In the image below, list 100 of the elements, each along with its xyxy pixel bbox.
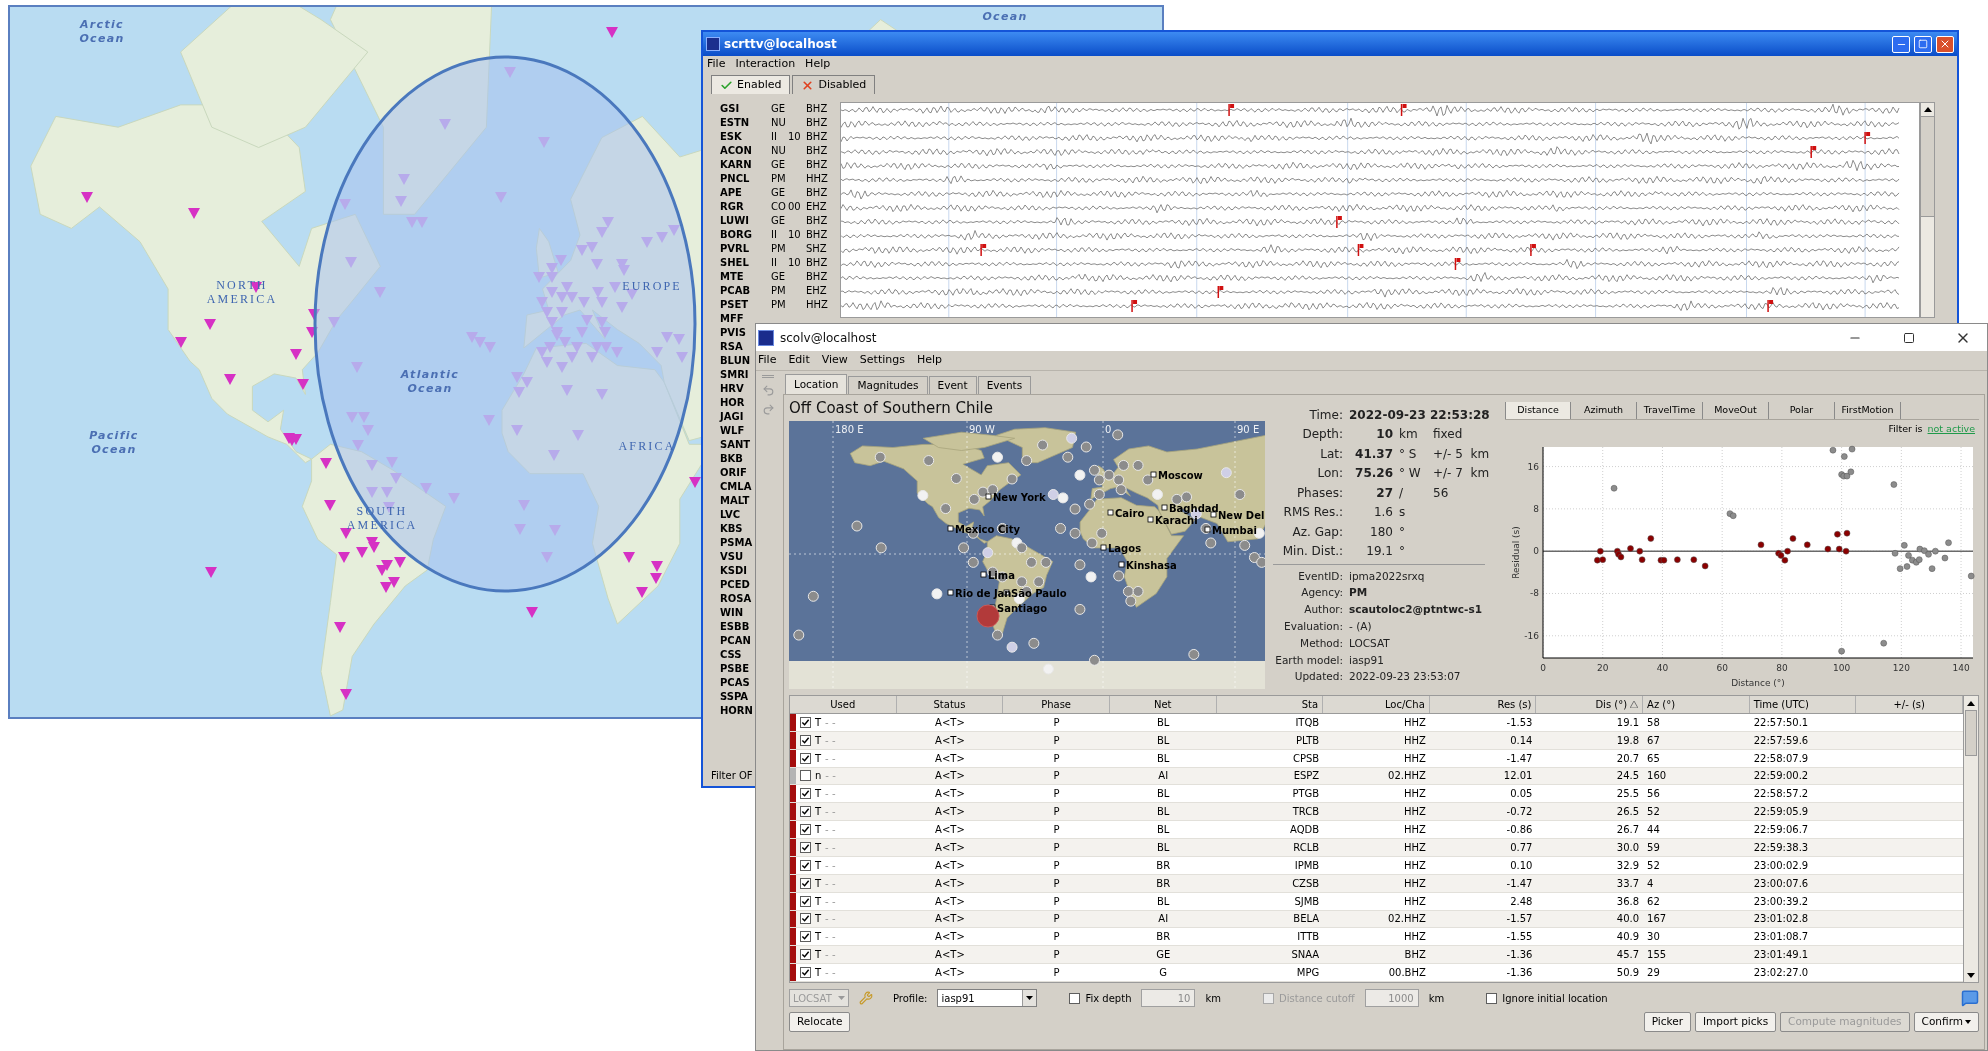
city-label: Karachi [1155,515,1198,527]
field-label: Profile: [893,991,928,1006]
tick-label: 100 [1833,663,1851,673]
station-label: ORIF [720,466,747,480]
table-cell-text: 167 [1647,912,1667,927]
table-cell-text: 25.5 [1616,787,1640,802]
channel-label: SHZ [806,242,827,256]
region-title: Off Coast of Southern Chile [789,397,993,419]
field-note: fixed [1433,426,1463,444]
channel-label: HHZ [806,172,828,186]
grid-label: 0 [1105,423,1112,437]
station-label: WIN [720,606,744,620]
table-cell-text: BL [1157,751,1170,766]
city-label: New York [993,492,1046,504]
table-cell-text: 22:59:00.2 [1753,769,1809,784]
table-cell-text: 58 [1647,715,1660,730]
table-cell-text: AQDB [1290,823,1320,838]
station-label: PSBE [720,662,749,676]
table-cell-text: BL [1157,840,1170,855]
table-cell-text: A<T> [935,948,965,963]
station-label: LVC [720,508,741,522]
tick-label: 8 [1533,503,1539,514]
station-label: PCAN [720,634,751,648]
station-label: LUWI [720,214,749,228]
station-label: PVIS [720,326,746,340]
table-cell-text: P [1053,787,1060,802]
table-cell-text: 56 [1647,787,1660,802]
grid-label: 180 E [835,423,864,437]
table-cell-text: HHZ [1403,823,1426,838]
station-label: RGR [720,200,744,214]
table-cell-text: A<T> [935,715,965,730]
station-label: ESBB [720,620,750,634]
city-label: Lima [988,570,1015,582]
station-label: KSDI [720,564,747,578]
unit-label: s [1399,504,1406,522]
city-label: Cairo [1115,508,1145,520]
window-title: scrttv@localhost [724,36,838,53]
table-cell-text: 30.0 [1616,840,1640,855]
station-label: HOR [720,396,745,410]
table-cell-text: BL [1157,733,1170,748]
field-value: 75.26 [1355,465,1393,483]
table-cell-text: T [815,715,822,730]
status-text: Filter OF [711,768,753,783]
table-cell-text: 23:01:08.7 [1753,930,1809,945]
channel-label: BHZ [806,116,828,130]
table-cell-text: G [1159,966,1168,981]
table-cell-text: 50.9 [1616,966,1640,981]
axis-title: Distance (°) [1731,678,1785,688]
field-label: Depth: [1301,426,1343,444]
table-cell-text: BL [1157,894,1170,909]
table-cell-text: P [1053,733,1060,748]
table-cell-text: 02.HHZ [1388,912,1426,927]
field-value: PM [1349,585,1368,601]
table-cell-text: 23:00:39.2 [1753,894,1809,909]
table-cell-text: 22:59:05.9 [1753,805,1809,820]
tick-label: 0 [1540,663,1546,673]
table-cell-text: P [1053,894,1060,909]
checkbox-label: Distance cutoff [1279,991,1355,1006]
unit-label: km [1428,991,1445,1006]
table-cell-text: P [1053,912,1060,927]
location-label: 00 [788,200,801,214]
unit-label: ° W [1399,465,1421,483]
table-cell-text: 22:58:57.2 [1753,787,1809,802]
table-cell-text: BR [1156,876,1171,891]
table-cell-text: 155 [1647,948,1667,963]
station-label: VSU [720,550,744,564]
table-cell-text: 40.0 [1616,912,1640,927]
table-cell-text: A<T> [935,876,965,891]
field-label: Earth model: [1275,652,1343,668]
grid-label: 90 W [969,423,995,437]
grid-label: 90 E [1237,423,1260,437]
channel-label: EHZ [806,200,827,214]
table-cell-text: P [1053,751,1060,766]
table-cell-text: - - [825,751,836,766]
table-cell-text: 62 [1647,894,1660,909]
field-label: RMS Res.: [1282,504,1343,522]
table-cell-text: 02.HHZ [1388,769,1426,784]
table-cell-text: -1.57 [1506,912,1533,927]
field-value: LOCSAT [1349,635,1390,651]
network-label: PM [771,172,787,186]
filter-label: Filter is [1888,421,1923,436]
table-cell-text: 52 [1647,805,1660,820]
unit-label: ° [1399,543,1405,561]
table-cell-text: A<T> [935,769,965,784]
table-cell-text: A<T> [935,858,965,873]
table-cell-text: HHZ [1403,751,1426,766]
station-label: RSA [720,340,743,354]
table-cell-text: P [1053,876,1060,891]
table-cell-text: 26.5 [1616,805,1640,820]
station-label: PNCL [720,172,750,186]
station-label: BORG [720,228,753,242]
table-cell-text: 30 [1647,930,1660,945]
city-label: Moscow [1158,470,1203,482]
table-cell-text: 44 [1647,823,1660,838]
table-cell-text: - - [825,823,836,838]
tick-label: 20 [1597,663,1609,673]
table-cell-text: 00.BHZ [1388,966,1426,981]
table-cell-text: 65 [1647,751,1660,766]
field-label: Phases: [1295,484,1343,502]
table-cell-text: -0.86 [1506,823,1533,838]
